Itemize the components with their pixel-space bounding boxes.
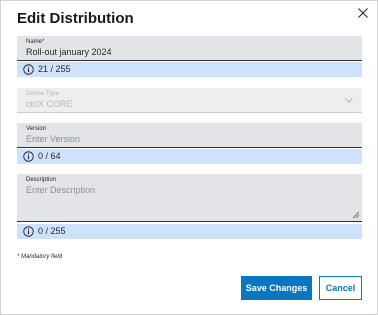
- version-counter-text: 0 / 64: [38, 151, 61, 161]
- dialog-title: Edit Distribution: [17, 10, 134, 27]
- name-counter: 21 / 255: [17, 62, 362, 77]
- description-counter-text: 0 / 255: [38, 226, 66, 236]
- close-icon: [358, 8, 368, 18]
- info-icon: [23, 226, 34, 237]
- chevron-down-icon: [345, 98, 353, 103]
- description-counter: 0 / 255: [17, 224, 362, 239]
- version-label: Version: [26, 126, 47, 132]
- cancel-button[interactable]: Cancel: [319, 276, 362, 300]
- name-counter-text: 21 / 255: [38, 64, 71, 74]
- edit-distribution-dialog: Edit Distribution Name* Roll-out january…: [0, 0, 378, 315]
- info-icon: [23, 64, 34, 75]
- name-field[interactable]: Name* Roll-out january 2024: [17, 36, 362, 61]
- name-label: Name*: [26, 39, 45, 45]
- mandatory-note: * Mandatory field: [17, 254, 63, 260]
- version-placeholder: Enter Version: [26, 134, 81, 144]
- description-placeholder: Enter Description: [26, 185, 96, 195]
- version-counter: 0 / 64: [17, 149, 362, 164]
- device-type-label: Device Type: [26, 91, 59, 97]
- name-value: Roll-out january 2024: [26, 47, 112, 57]
- resize-handle-icon[interactable]: [352, 211, 360, 219]
- info-icon: [23, 151, 34, 162]
- close-button[interactable]: [355, 5, 371, 21]
- version-field[interactable]: Version Enter Version: [17, 123, 362, 148]
- description-label: Description: [26, 177, 57, 183]
- device-type-select: Device Type ctrlX CORE: [17, 88, 362, 113]
- device-type-value: ctrlX CORE: [26, 99, 73, 109]
- description-field[interactable]: Description Enter Description: [17, 174, 362, 222]
- save-changes-button[interactable]: Save Changes: [241, 276, 312, 300]
